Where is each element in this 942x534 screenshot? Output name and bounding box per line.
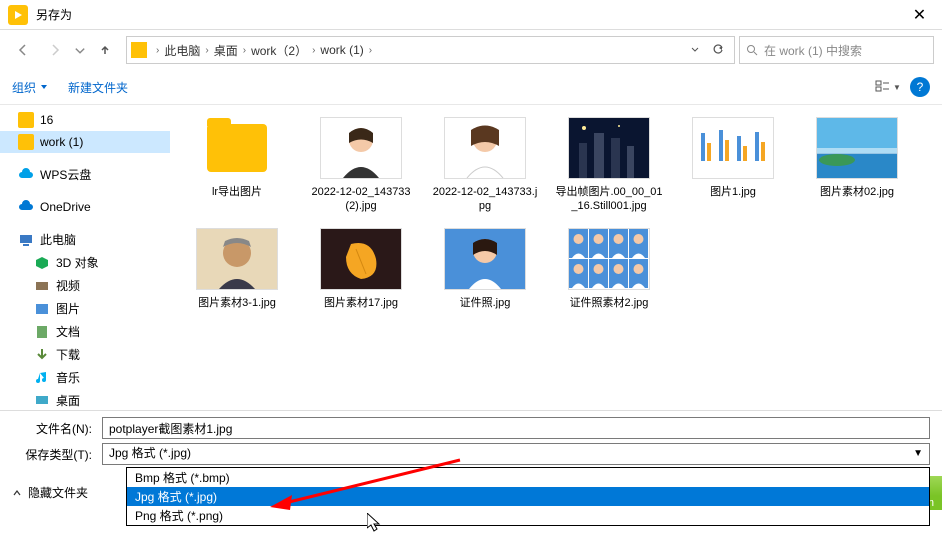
search-input[interactable]: 在 work (1) 中搜索	[739, 36, 934, 64]
folder-icon	[131, 42, 147, 58]
chevron-up-icon	[12, 488, 22, 498]
sidebar-item-folder[interactable]: 16	[0, 109, 170, 131]
file-label: 图片素材3-1.jpg	[198, 296, 276, 310]
view-options-button[interactable]: ▼	[874, 75, 902, 99]
breadcrumb[interactable]: 桌面	[212, 42, 240, 59]
file-label: 图片1.jpg	[710, 185, 756, 199]
folder-item[interactable]: lr导出图片	[178, 113, 296, 218]
thumbnail	[568, 228, 650, 290]
refresh-button[interactable]	[712, 43, 724, 58]
file-item[interactable]: 证件照素材2.jpg	[550, 224, 668, 314]
filename-label: 文件名(N):	[12, 420, 92, 437]
dropdown-option[interactable]: Png 格式 (*.png)	[127, 506, 929, 525]
sidebar-item-3d[interactable]: 3D 对象	[0, 251, 170, 274]
thumbnail	[320, 117, 402, 179]
chevron-down-icon	[40, 83, 48, 91]
breadcrumb[interactable]: 此电脑	[162, 42, 202, 59]
sidebar-item-music[interactable]: 音乐	[0, 366, 170, 389]
thumbnail	[444, 228, 526, 290]
sidebar: 16work (1) WPS云盘 OneDrive 此电脑3D 对象视频图片文档下载音…	[0, 105, 170, 410]
chevron-right-icon: ›	[156, 45, 159, 56]
file-item[interactable]: 证件照.jpg	[426, 224, 544, 314]
file-item[interactable]: 图片素材17.jpg	[302, 224, 420, 314]
navbar: › 此电脑 › 桌面 › work（2） › work (1) › 在 work…	[0, 30, 942, 70]
search-icon	[746, 44, 758, 56]
thumbnail	[816, 117, 898, 179]
thumbnail	[196, 228, 278, 290]
search-placeholder: 在 work (1) 中搜索	[764, 42, 862, 59]
file-label: 图片素材17.jpg	[324, 296, 398, 310]
chevron-down-icon[interactable]	[690, 43, 700, 57]
files-area: lr导出图片 2022-12-02_143733 (2).jpg 2022-12-0…	[170, 105, 942, 410]
thumbnail	[568, 117, 650, 179]
thumbnail	[444, 117, 526, 179]
thumbnail	[692, 117, 774, 179]
file-item[interactable]: 图片1.jpg	[674, 113, 792, 218]
sidebar-item-pc[interactable]: 此电脑	[0, 228, 170, 251]
sidebar-item-folder[interactable]: work (1)	[0, 131, 170, 153]
chevron-down-icon: ▼	[913, 448, 923, 459]
filetype-select[interactable]: Jpg 格式 (*.jpg) ▼	[102, 443, 930, 465]
file-label: 图片素材02.jpg	[820, 185, 894, 199]
file-label: 证件照素材2.jpg	[570, 296, 649, 310]
file-item[interactable]: 图片素材02.jpg	[798, 113, 916, 218]
filetype-label: 保存类型(T):	[12, 446, 92, 463]
sidebar-item-docs[interactable]: 文档	[0, 320, 170, 343]
file-label: 证件照.jpg	[460, 296, 511, 310]
filetype-dropdown: Bmp 格式 (*.bmp)Jpg 格式 (*.jpg)Png 格式 (*.pn…	[126, 467, 930, 526]
file-item[interactable]: 2022-12-02_143733.jpg	[426, 113, 544, 218]
thumbnail	[196, 117, 278, 179]
sidebar-item-pictures[interactable]: 图片	[0, 297, 170, 320]
file-label: lr导出图片	[212, 185, 262, 199]
new-folder-button[interactable]: 新建文件夹	[68, 79, 128, 96]
sidebar-item-cloud-od[interactable]: OneDrive	[0, 196, 170, 218]
up-button[interactable]	[90, 36, 120, 64]
titlebar: 另存为 ✕	[0, 0, 942, 30]
history-dropdown[interactable]	[72, 36, 88, 64]
file-label: 2022-12-02_143733 (2).jpg	[306, 185, 416, 214]
sidebar-item-desktop[interactable]: 桌面	[0, 389, 170, 410]
file-label: 2022-12-02_143733.jpg	[430, 185, 540, 214]
thumbnail	[320, 228, 402, 290]
forward-button[interactable]	[40, 36, 70, 64]
breadcrumb[interactable]: work（2）	[249, 42, 309, 59]
back-button[interactable]	[8, 36, 38, 64]
organize-button[interactable]: 组织	[12, 79, 48, 96]
breadcrumb[interactable]: work (1)	[318, 43, 365, 57]
chevron-right-icon: ›	[205, 45, 208, 56]
hide-folders-button[interactable]: 隐藏文件夹	[12, 484, 88, 501]
toolbar: 组织 新建文件夹 ▼ ?	[0, 70, 942, 105]
close-button[interactable]: ✕	[897, 0, 942, 30]
sidebar-item-video[interactable]: 视频	[0, 274, 170, 297]
chevron-right-icon: ›	[369, 45, 372, 56]
file-item[interactable]: 2022-12-02_143733 (2).jpg	[302, 113, 420, 218]
chevron-right-icon: ›	[243, 45, 246, 56]
app-icon	[8, 5, 28, 25]
address-bar[interactable]: › 此电脑 › 桌面 › work（2） › work (1) ›	[126, 36, 735, 64]
dropdown-option[interactable]: Jpg 格式 (*.jpg)	[127, 487, 929, 506]
dropdown-option[interactable]: Bmp 格式 (*.bmp)	[127, 468, 929, 487]
help-button[interactable]: ?	[910, 77, 930, 97]
window-title: 另存为	[36, 6, 897, 23]
file-item[interactable]: 图片素材3-1.jpg	[178, 224, 296, 314]
sidebar-item-cloud-wps[interactable]: WPS云盘	[0, 163, 170, 186]
sidebar-item-downloads[interactable]: 下载	[0, 343, 170, 366]
bottom-panel: 文件名(N): 保存类型(T): Jpg 格式 (*.jpg) ▼ Bmp 格式…	[0, 410, 942, 475]
filename-input[interactable]	[102, 417, 930, 439]
file-item[interactable]: 导出帧图片.00_00_01_16.Still001.jpg	[550, 113, 668, 218]
file-label: 导出帧图片.00_00_01_16.Still001.jpg	[554, 185, 664, 214]
chevron-right-icon: ›	[312, 45, 315, 56]
